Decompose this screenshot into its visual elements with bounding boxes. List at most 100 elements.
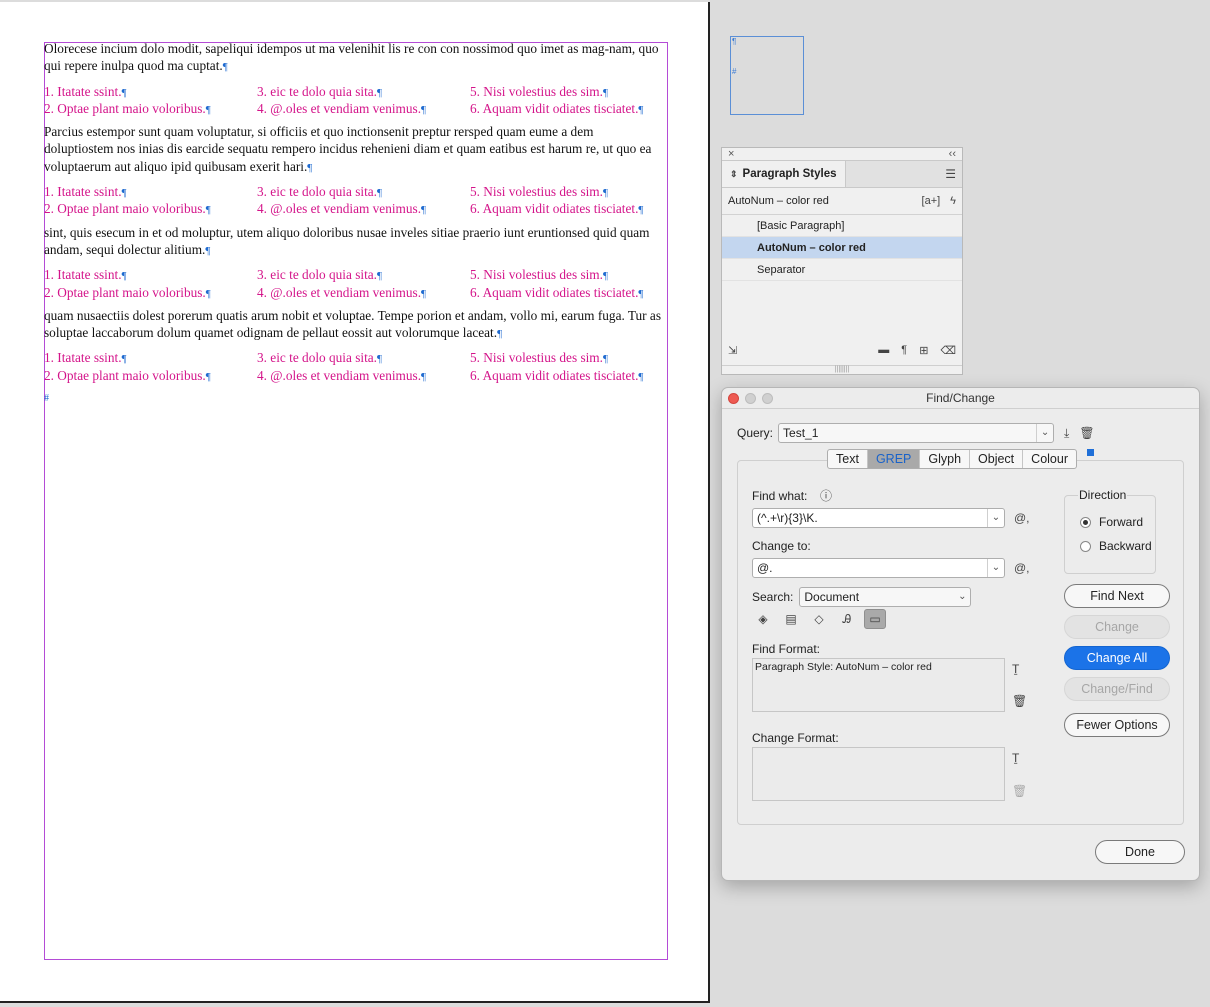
- list-item: 2. Optae plant maio voloribus.¶: [44, 367, 211, 383]
- done-button[interactable]: Done: [1095, 840, 1185, 864]
- list-item: 5. Nisi volestius des sim.¶: [470, 267, 608, 283]
- end-of-story-marker: #: [732, 67, 737, 76]
- body-paragraph: sint, quis esecum in et od moluptur, ute…: [44, 224, 650, 257]
- find-what-field[interactable]: (^.+\r){3}\K. ⌄: [752, 508, 1005, 528]
- list-item: 3. eic te dolo quia sita.¶: [257, 350, 382, 366]
- minimize-window-button[interactable]: [745, 393, 756, 404]
- special-characters-change-icon[interactable]: @,: [1014, 561, 1030, 575]
- paragraph-styles-panel: × ‹‹ ⇕ Paragraph Styles ☰ AutoNum – colo…: [721, 147, 963, 375]
- list-item: 6. Aquam vidit odiates tisciatet.¶: [470, 367, 644, 383]
- collapse-panel-icon[interactable]: ‹‹: [949, 148, 956, 160]
- new-style-icon[interactable]: ⊞: [919, 344, 928, 357]
- change-to-field[interactable]: @. ⌄: [752, 558, 1005, 578]
- panel-resize-grip[interactable]: ||||||||: [722, 365, 962, 374]
- tab-object[interactable]: Object: [970, 450, 1024, 468]
- change-format-box[interactable]: [752, 747, 1005, 801]
- direction-forward-radio[interactable]: Forward: [1080, 515, 1143, 529]
- clear-change-format-icon: 🗑: [1012, 784, 1028, 798]
- include-locked-layers-icon[interactable]: ◈: [752, 609, 774, 629]
- specify-change-format-icon[interactable]: Ṯ: [1012, 751, 1019, 765]
- current-style-name: AutoNum – color red: [728, 195, 829, 207]
- list-item: 4. @.oles et vendiam venimus.¶: [257, 367, 427, 383]
- find-next-button[interactable]: Find Next: [1064, 584, 1170, 608]
- list-item: 1. Itatate ssint.¶: [44, 83, 127, 99]
- chevron-down-icon[interactable]: ⌄: [987, 559, 1004, 577]
- end-of-story-marker: #: [44, 393, 49, 405]
- list-item: 4. @.oles et vendiam venimus.¶: [257, 100, 427, 116]
- new-style-from-selection-icon[interactable]: [a+]: [922, 195, 941, 207]
- direction-backward-radio[interactable]: Backward: [1080, 539, 1152, 553]
- fewer-options-button[interactable]: Fewer Options: [1064, 713, 1170, 737]
- load-styles-icon[interactable]: ⇲: [728, 344, 737, 357]
- numbered-list: 1. Itatate ssint.¶ 2. Optae plant maio v…: [44, 83, 666, 118]
- list-item: 5. Nisi volestius des sim.¶: [470, 350, 608, 366]
- include-locked-stories-icon[interactable]: ▤: [780, 609, 802, 629]
- list-item: 1. Itatate ssint.¶: [44, 267, 127, 283]
- search-row: Search: Document ⌄: [752, 587, 972, 607]
- pasteboard-text-frame[interactable]: ¶ #: [730, 36, 804, 115]
- close-panel-icon[interactable]: ×: [728, 148, 734, 160]
- special-characters-find-icon[interactable]: @,: [1014, 511, 1030, 525]
- find-format-box[interactable]: Paragraph Style: AutoNum – color red: [752, 658, 1005, 712]
- list-item: 6. Aquam vidit odiates tisciatet.¶: [470, 284, 644, 300]
- save-query-icon[interactable]: ⤓: [1064, 426, 1069, 441]
- specify-find-format-icon[interactable]: Ṯ: [1012, 662, 1019, 676]
- tab-grep[interactable]: GREP: [867, 450, 921, 468]
- body-paragraph: Olorecese incium dolo modit, sapeliqui i…: [44, 41, 659, 74]
- query-select[interactable]: Test_1 ⌄: [778, 423, 1055, 443]
- numbered-list: 1. Itatate ssint.¶ 2. Optae plant maio v…: [44, 266, 666, 301]
- search-scope-select[interactable]: Document ⌄: [799, 587, 972, 607]
- find-format-label: Find Format:: [752, 642, 821, 656]
- query-row: Query: Test_1 ⌄ ⤓ 🗑: [737, 423, 1095, 443]
- change-to-label: Change to:: [752, 539, 811, 553]
- tab-paragraph-styles[interactable]: ⇕ Paragraph Styles: [722, 161, 846, 187]
- radio-selected-icon: [1080, 516, 1091, 528]
- include-footnotes-icon[interactable]: ▭: [864, 609, 886, 629]
- close-window-button[interactable]: [728, 393, 739, 404]
- style-item-separator[interactable]: Separator: [722, 259, 962, 281]
- style-item-basic-paragraph[interactable]: [Basic Paragraph]: [722, 215, 962, 237]
- new-folder-icon[interactable]: ▬: [878, 344, 889, 356]
- delete-query-icon[interactable]: 🗑: [1079, 426, 1094, 440]
- direction-group: [1064, 495, 1156, 574]
- find-what-label: Find what:: [752, 489, 808, 503]
- list-item: 4. @.oles et vendiam venimus.¶: [257, 284, 427, 300]
- list-item: 3. eic te dolo quia sita.¶: [257, 83, 382, 99]
- clear-find-format-icon[interactable]: 🗑: [1012, 694, 1027, 708]
- delete-style-icon[interactable]: ⌫: [940, 344, 956, 357]
- search-label: Search:: [752, 590, 794, 604]
- include-hidden-layers-icon[interactable]: ◇: [808, 609, 830, 629]
- sort-arrows-icon[interactable]: ⇕: [730, 169, 738, 180]
- list-item: 6. Aquam vidit odiates tisciatet.¶: [470, 201, 644, 217]
- include-master-pages-icon[interactable]: Ꭿ: [836, 609, 858, 629]
- list-item: 3. eic te dolo quia sita.¶: [257, 184, 382, 200]
- tab-colour[interactable]: Colour: [1023, 450, 1076, 468]
- chevron-down-icon: ⌄: [1036, 424, 1053, 442]
- list-item: 2. Optae plant maio voloribus.¶: [44, 201, 211, 217]
- tab-glyph[interactable]: Glyph: [920, 450, 971, 468]
- list-item: 6. Aquam vidit odiates tisciatet.¶: [470, 100, 644, 116]
- quick-apply-icon[interactable]: ϟ: [950, 195, 956, 207]
- change-all-button[interactable]: Change All: [1064, 646, 1170, 670]
- zoom-window-button[interactable]: [762, 393, 773, 404]
- tab-label: Paragraph Styles: [742, 168, 837, 180]
- change-format-label: Change Format:: [752, 731, 839, 745]
- pilcrow-marker: ¶: [732, 37, 737, 46]
- list-item: 5. Nisi volestius des sim.¶: [470, 83, 608, 99]
- body-paragraph: Parcius estempor sunt quam voluptatur, s…: [44, 124, 652, 174]
- text-story[interactable]: Olorecese incium dolo modit, sapeliqui i…: [44, 40, 666, 407]
- chevron-down-icon[interactable]: ⌄: [987, 509, 1004, 527]
- tab-text[interactable]: Text: [828, 450, 868, 468]
- change-find-button[interactable]: Change/Find: [1064, 677, 1170, 701]
- clear-overrides-icon[interactable]: ¶: [901, 344, 907, 356]
- numbered-list: 1. Itatate ssint.¶ 2. Optae plant maio v…: [44, 349, 666, 384]
- numbered-list: 1. Itatate ssint.¶ 2. Optae plant maio v…: [44, 183, 666, 218]
- find-change-dialog: Find/Change Query: Test_1 ⌄ ⤓ 🗑 Text GRE…: [721, 387, 1200, 881]
- direction-label: Direction: [1078, 488, 1128, 502]
- style-item-autonum-color-red[interactable]: AutoNum – color red: [722, 237, 962, 259]
- list-item: 5. Nisi volestius des sim.¶: [470, 184, 608, 200]
- panel-menu-icon[interactable]: ☰: [945, 167, 956, 181]
- panel-footer: ⇲ ▬ ¶ ⊞ ⌫: [722, 340, 962, 360]
- change-button[interactable]: Change: [1064, 615, 1170, 639]
- dialog-title-bar: Find/Change: [722, 388, 1199, 409]
